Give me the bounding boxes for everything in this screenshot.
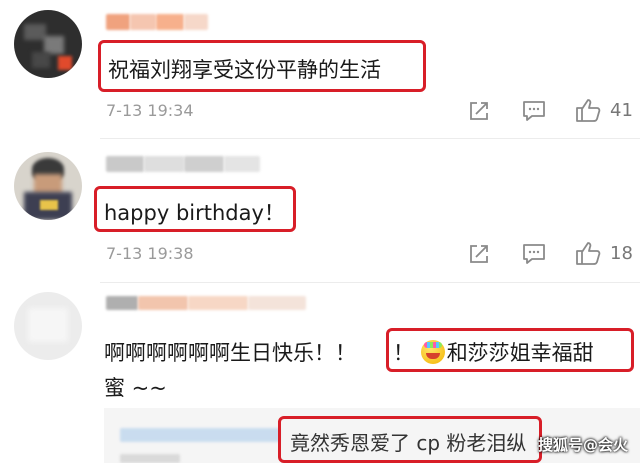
watermark: 搜狐号@会火: [538, 434, 628, 455]
like-icon[interactable]: [575, 240, 601, 266]
comment-time: 7-13 19:38: [106, 244, 194, 263]
username[interactable]: [106, 296, 306, 310]
reply-username: [120, 428, 280, 442]
comment-text-part: ！: [393, 341, 414, 365]
reply-username-extra: [120, 454, 180, 463]
comment-text-part: 和莎莎姐幸福甜: [446, 341, 594, 365]
emoji-party-icon: [420, 340, 445, 364]
like-icon[interactable]: [575, 97, 601, 123]
username[interactable]: [106, 14, 208, 30]
share-icon[interactable]: [468, 100, 490, 122]
comment-icon[interactable]: [522, 243, 546, 265]
avatar[interactable]: [14, 10, 82, 78]
comment-text-part: 啊啊啊啊啊啊生日快乐！！: [104, 341, 356, 365]
like-count: 41: [610, 100, 633, 121]
avatar[interactable]: [14, 292, 82, 360]
divider: [100, 282, 640, 283]
like-count: 18: [610, 243, 633, 264]
divider: [100, 138, 640, 139]
share-icon[interactable]: [468, 243, 490, 265]
comment-text: happy birthday！: [104, 201, 285, 225]
username[interactable]: [106, 156, 260, 172]
avatar[interactable]: [14, 152, 82, 220]
comment-icon[interactable]: [522, 100, 546, 122]
comment-text: 啊啊啊啊啊啊生日快乐！！: [104, 337, 356, 367]
comment-time: 7-13 19:34: [106, 101, 194, 120]
comment-text: 祝福刘翔享受这份平静的生活: [108, 58, 381, 82]
reply-text: 竟然秀恩爱了 cp 粉老泪纵: [290, 431, 527, 455]
watermark-text: 搜狐号@会火: [537, 436, 628, 454]
comment-text-line2: 蜜 ~~: [104, 376, 167, 400]
comment-text: ！ 和莎莎姐幸福甜: [393, 337, 594, 367]
